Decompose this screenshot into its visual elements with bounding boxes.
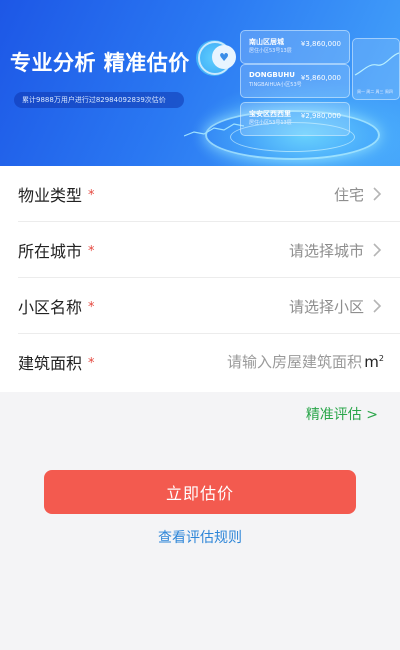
row-community[interactable]: 小区名称 * 请选择小区 <box>0 278 400 334</box>
required-mark: * <box>88 244 95 259</box>
precise-valuation-link[interactable]: 精准评估 > <box>306 404 378 424</box>
banner-stats: 累计9888万用户进行过82984092839次估价 <box>14 92 184 108</box>
trend-chart-icon <box>354 52 400 76</box>
row-property-type[interactable]: 物业类型 * 住宅 <box>0 166 400 222</box>
listing-card-name: DONGBUHU <box>249 71 295 79</box>
banner-headline: 专业分析 精准估价 <box>10 51 190 75</box>
property-type-value: 住宅 <box>333 185 364 204</box>
row-city[interactable]: 所在城市 * 请选择城市 <box>0 222 400 278</box>
required-mark: * <box>88 188 95 203</box>
listing-card: 宝安区西西里 居住小区53号13层 ¥2,980,000 <box>240 102 350 136</box>
area-unit: m2 <box>364 353 384 371</box>
area-input[interactable] <box>182 350 362 374</box>
banner-trend-icon <box>184 123 244 137</box>
row-area: 建筑面积* m2 <box>0 334 400 390</box>
hero-banner: ♥ 专业分析 精准估价 累计9888万用户进行过82984092839次估价 南… <box>0 0 400 166</box>
heart-badge: ♥ <box>212 45 236 69</box>
listing-card-sub: 居住小区53号13层 <box>249 120 292 126</box>
chevron-right-icon <box>373 243 382 257</box>
required-mark: * <box>88 300 95 315</box>
trend-axis-labels: 周一 周二 周三 周四 <box>357 89 393 94</box>
city-label: 所在城市 * <box>18 242 95 261</box>
required-mark: * <box>88 356 95 371</box>
heart-icon: ♥ <box>219 50 229 64</box>
listing-card-sub: 居住小区53号13层 <box>249 48 292 54</box>
listing-card-name: 南山区居城 <box>249 38 284 46</box>
city-placeholder: 请选择城市 <box>288 241 364 260</box>
listing-card-sub: TINGBAIHUA小区53号 <box>249 82 302 88</box>
listing-card: DONGBUHU TINGBAIHUA小区53号 ¥5,860,000 <box>240 64 350 98</box>
listing-card: 南山区居城 居住小区53号13层 ¥3,860,000 <box>240 30 350 64</box>
community-label: 小区名称 * <box>18 298 95 317</box>
listing-card-price: ¥2,980,000 <box>300 112 341 120</box>
trend-card: 周一 周二 周三 周四 <box>352 38 400 100</box>
valuation-form: 物业类型* 住宅 所在城市* 请选择城市 小区名称* 请选择小区 建筑面积* m… <box>0 166 400 392</box>
chevron-right-icon <box>373 299 382 313</box>
property-type-label: 物业类型 * <box>18 186 95 205</box>
listing-card-name: 宝安区西西里 <box>249 110 291 118</box>
view-rules-link[interactable]: 查看评估规则 <box>0 527 400 547</box>
community-placeholder: 请选择小区 <box>288 297 364 316</box>
chevron-right-icon <box>373 187 382 201</box>
area-label: 建筑面积 * <box>18 354 95 373</box>
listing-card-price: ¥3,860,000 <box>300 40 341 48</box>
estimate-button[interactable]: 立即估价 <box>44 470 356 514</box>
listing-card-price: ¥5,860,000 <box>300 74 341 82</box>
